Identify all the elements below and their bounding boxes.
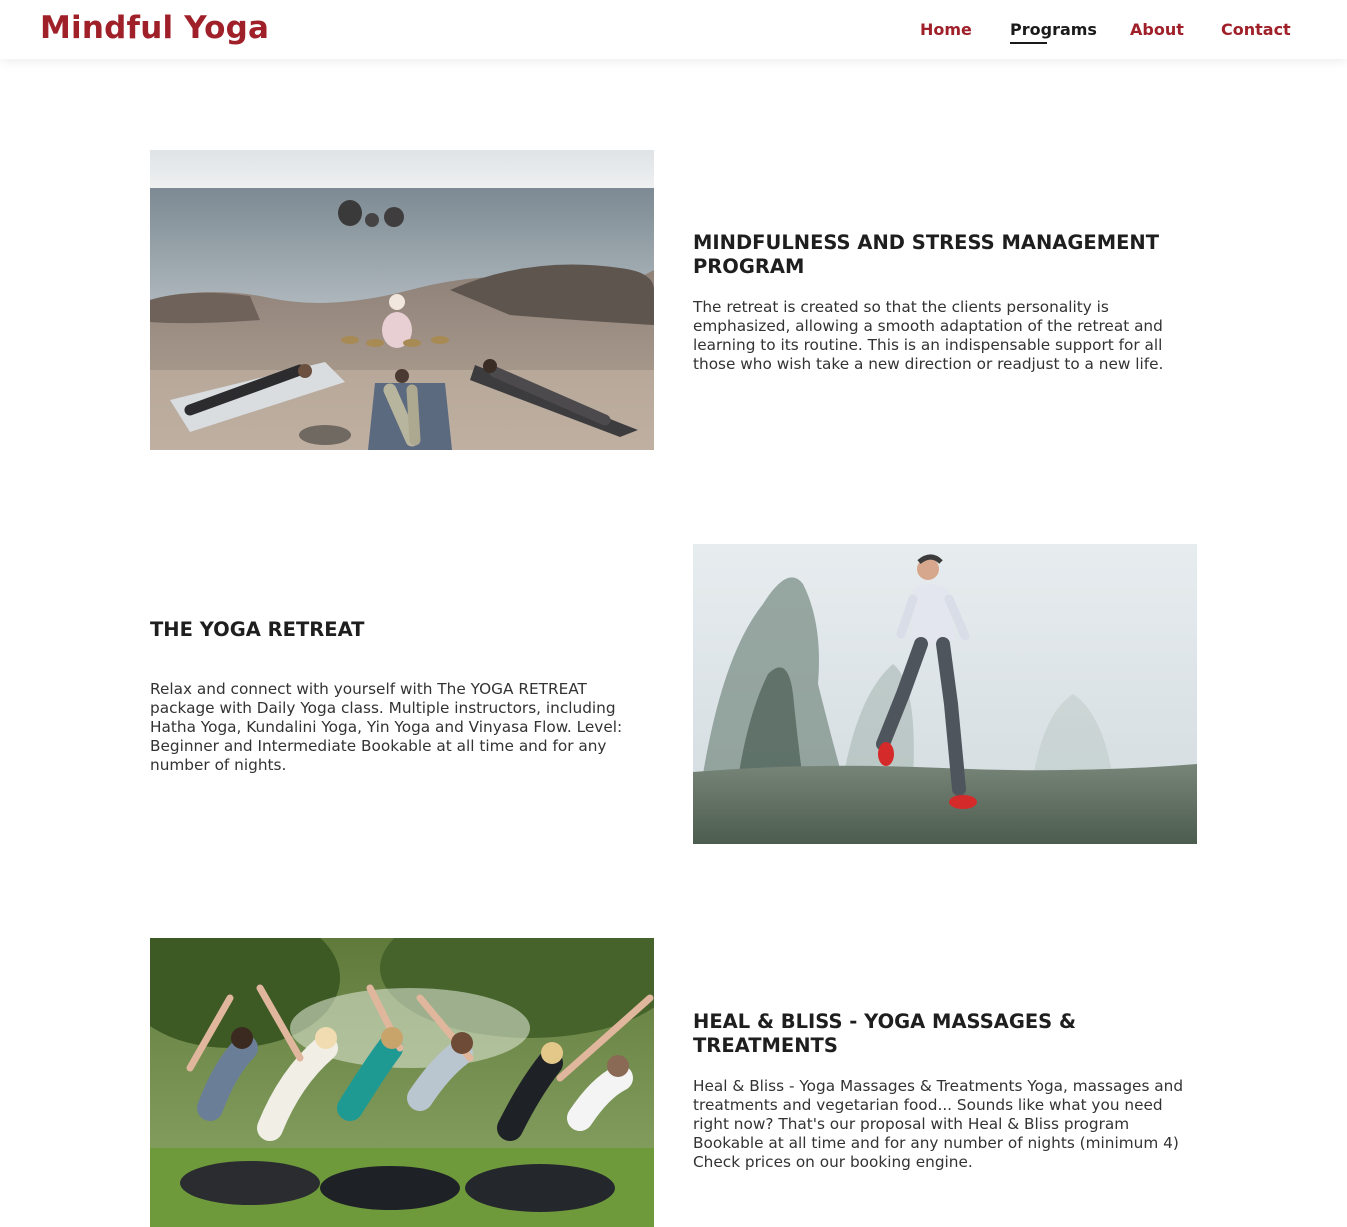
nav-contact[interactable]: Contact xyxy=(1221,20,1291,39)
nav-programs-label: Programs xyxy=(1010,20,1097,39)
nav-about[interactable]: About xyxy=(1130,20,1184,39)
site-logo[interactable]: Mindful Yoga xyxy=(40,10,269,46)
active-nav-indicator xyxy=(1010,42,1047,44)
program-description-mindfulness: The retreat is created so that the clien… xyxy=(693,298,1164,373)
beach-meditation-photo xyxy=(150,150,654,450)
nav-programs[interactable]: Programs xyxy=(1010,20,1097,44)
nav-home[interactable]: Home xyxy=(920,20,972,39)
foggy-runner-photo xyxy=(693,544,1197,844)
site-header: Mindful Yoga Home Programs About Contact xyxy=(0,0,1347,59)
program-title-mindfulness: MINDFULNESS AND STRESS MANAGEMENT PROGRA… xyxy=(693,231,1160,278)
program-description-heal-bliss: Heal & Bliss - Yoga Massages & Treatment… xyxy=(693,1077,1184,1171)
program-description-yoga-retreat: Relax and connect with yourself with The… xyxy=(150,680,623,774)
park-yoga-group-photo xyxy=(150,938,654,1227)
program-title-yoga-retreat: THE YOGA RETREAT xyxy=(150,618,365,641)
program-title-heal-bliss: HEAL & BLISS - YOGA MASSAGES & TREATMENT… xyxy=(693,1010,1077,1057)
